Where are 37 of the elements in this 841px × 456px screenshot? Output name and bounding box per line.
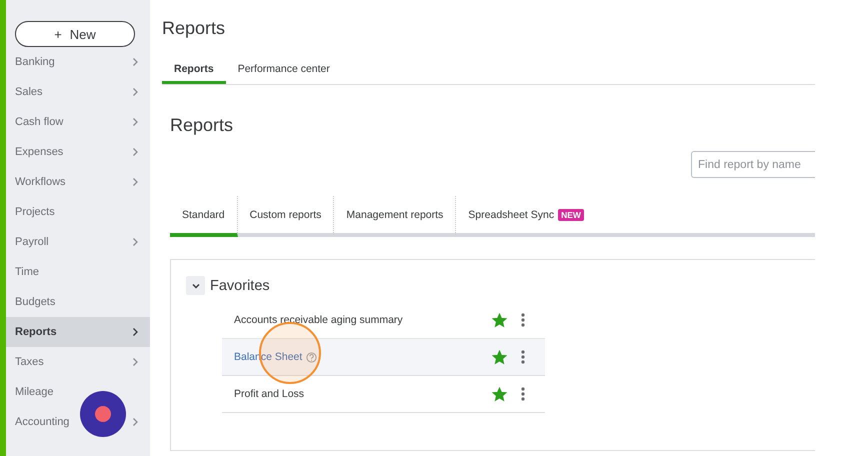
sidebar-item[interactable]: Reports [6, 317, 150, 347]
page-tab[interactable]: Performance center [226, 56, 342, 84]
more-options-icon[interactable] [521, 387, 525, 401]
sidebar-item[interactable]: Workflows [6, 167, 150, 197]
star-icon[interactable] [492, 312, 507, 328]
report-link[interactable]: Accounts receivable aging summary [234, 314, 403, 326]
record-button[interactable] [80, 391, 126, 437]
report-tab[interactable]: Management reports [334, 196, 456, 237]
section-title: Favorites [210, 278, 270, 294]
report-tab[interactable]: Custom reports [238, 196, 334, 237]
sidebar-item[interactable]: Sales [6, 77, 150, 107]
star-icon[interactable] [492, 386, 507, 402]
report-tab[interactable]: Standard [170, 196, 238, 237]
page-title: Reports [162, 17, 226, 40]
page-tab[interactable]: Reports [162, 56, 226, 84]
section-heading: Reports [169, 114, 234, 137]
collapse-toggle[interactable] [186, 276, 205, 295]
search-field[interactable]: Find report by name [691, 151, 815, 178]
more-options-icon[interactable] [521, 350, 525, 364]
sidebar-item[interactable]: Expenses [6, 137, 150, 167]
sidebar-item[interactable]: Time [6, 257, 150, 287]
sidebar-item[interactable]: Taxes [6, 347, 150, 377]
star-icon[interactable] [492, 350, 507, 364]
new-button[interactable]: + New [15, 21, 135, 47]
sidebar-item[interactable]: Mileage [6, 377, 150, 407]
report-link[interactable]: Profit and Loss [234, 388, 304, 400]
sidebar-item[interactable]: Payroll [6, 227, 150, 257]
sidebar-item[interactable]: Banking [6, 47, 150, 77]
report-row[interactable]: Profit and Loss [222, 376, 545, 413]
sidebar-item[interactable]: Projects [6, 197, 150, 227]
sidebar-item[interactable]: Cash flow [6, 107, 150, 137]
chevron-down-icon [192, 282, 200, 288]
sidebar-item[interactable]: Budgets [6, 287, 150, 317]
sidebar-item[interactable]: Accounting [6, 407, 150, 437]
report-tab[interactable]: Spreadsheet Sync NEW [456, 196, 596, 237]
new-badge: NEW [558, 208, 584, 220]
more-options-icon[interactable] [521, 313, 525, 327]
